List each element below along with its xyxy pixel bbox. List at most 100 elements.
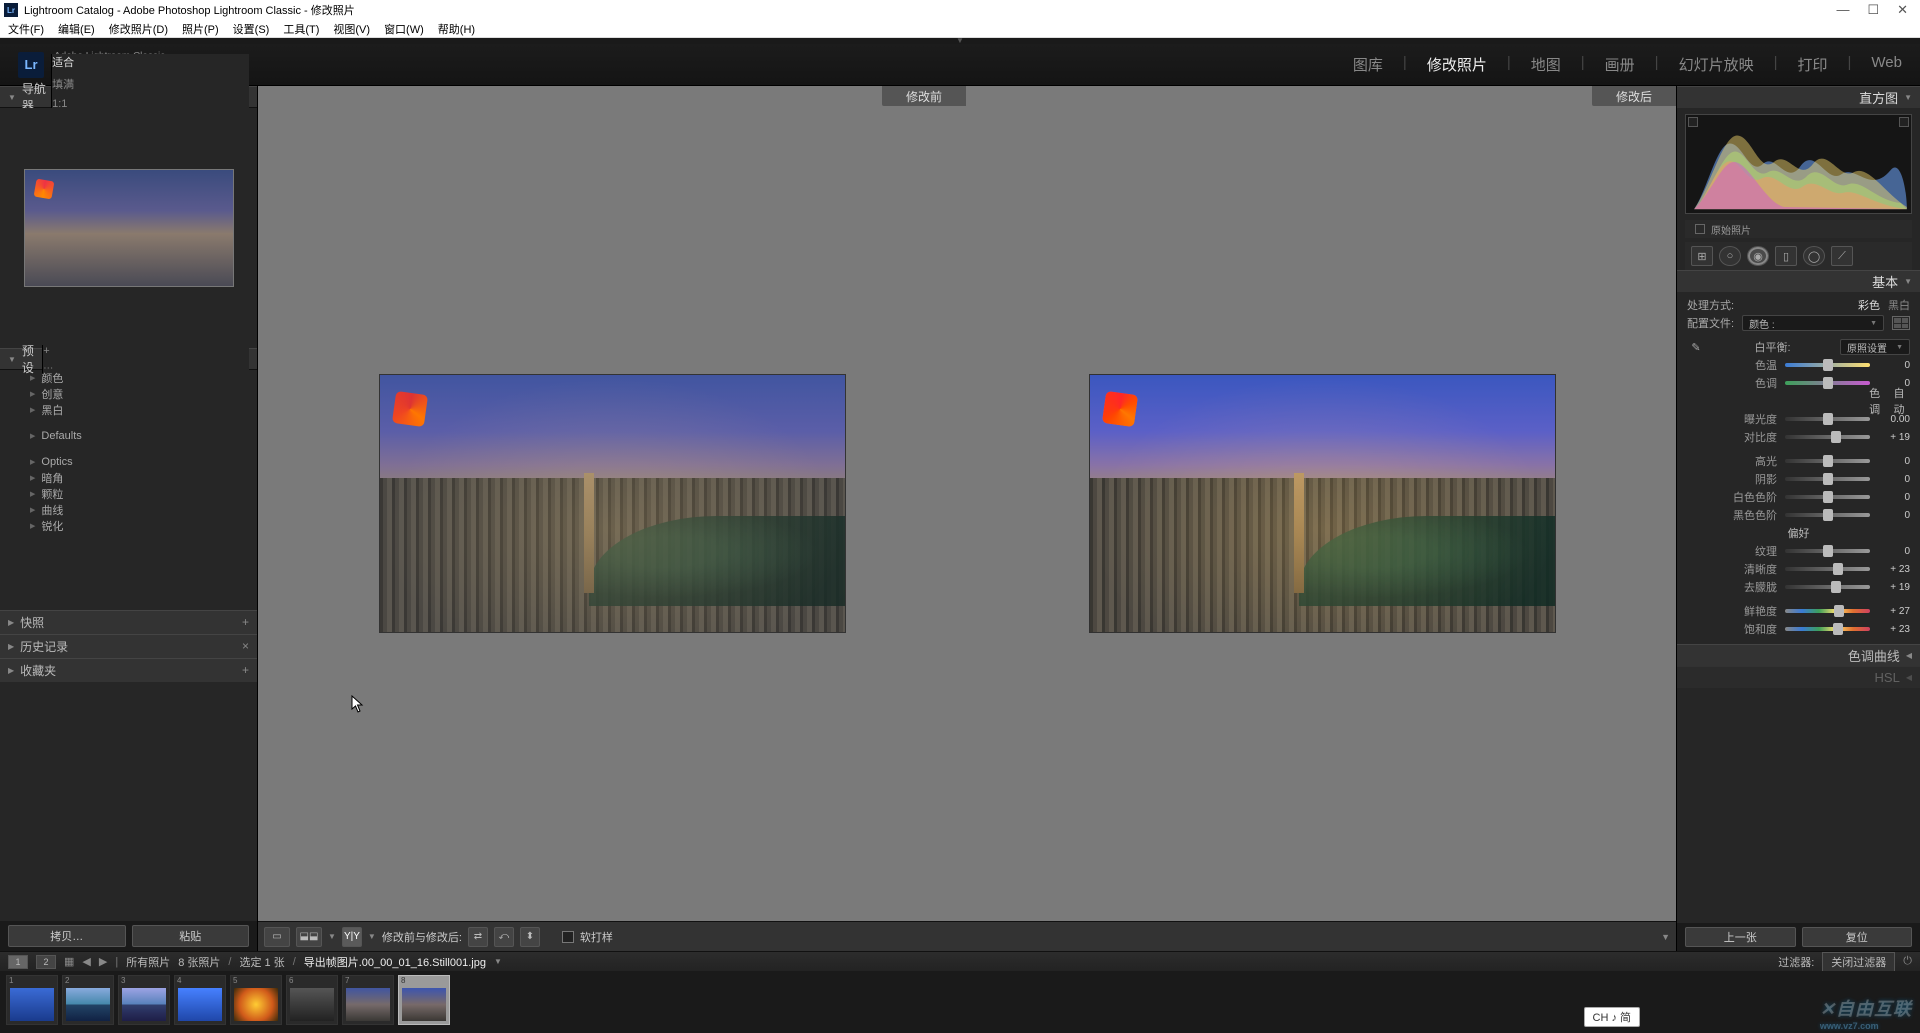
menu-help[interactable]: 帮助(H)	[434, 21, 479, 37]
menu-view[interactable]: 视图(V)	[329, 21, 374, 37]
preset-sharpen[interactable]: ▶锐化	[0, 518, 257, 534]
basic-header[interactable]: 基本▼	[1677, 270, 1920, 292]
crop-tool[interactable]: ⊞	[1691, 246, 1713, 266]
module-slideshow[interactable]: 幻灯片放映	[1679, 54, 1754, 75]
menu-file[interactable]: 文件(F)	[4, 21, 48, 37]
film-thumb-4[interactable]: 4	[174, 975, 226, 1025]
menu-window[interactable]: 窗口(W)	[380, 21, 428, 37]
radial-tool[interactable]: ◯	[1803, 246, 1825, 266]
temp-slider[interactable]	[1785, 363, 1870, 367]
before-pane[interactable]: 修改前	[258, 86, 966, 921]
film-thumb-2[interactable]: 2	[62, 975, 114, 1025]
preset-optics[interactable]: ▶Optics	[0, 454, 257, 470]
navigator-header[interactable]: ▼ 导航器 适合 填满 1:1 1:2 ▼	[0, 86, 257, 108]
film-thumb-8[interactable]: 8	[398, 975, 450, 1025]
toolbar-menu-icon[interactable]: ▼	[1661, 932, 1670, 942]
paste-button[interactable]: 粘贴	[132, 925, 250, 947]
module-print[interactable]: 打印	[1798, 54, 1828, 75]
zoom-fit[interactable]: 适合	[52, 54, 249, 70]
brush-tool[interactable]: ⟋	[1831, 246, 1853, 266]
previous-button[interactable]: 上一张	[1685, 927, 1796, 947]
preset-curves[interactable]: ▶曲线	[0, 502, 257, 518]
preset-grain[interactable]: ▶颗粒	[0, 486, 257, 502]
filename-menu-icon[interactable]: ▼	[494, 957, 502, 966]
secondary-display-2[interactable]: 2	[36, 955, 56, 969]
ime-indicator[interactable]: CH ♪ 简	[1584, 1007, 1641, 1027]
navigator-preview[interactable]	[0, 108, 257, 348]
histogram[interactable]	[1685, 114, 1912, 214]
module-develop[interactable]: 修改照片	[1427, 54, 1487, 75]
clarity-slider[interactable]	[1785, 567, 1870, 571]
filter-lock-icon[interactable]: ⏻	[1903, 955, 1912, 968]
histogram-header[interactable]: 直方图▼	[1677, 86, 1920, 108]
filter-off-button[interactable]: 关闭过滤器	[1822, 952, 1895, 972]
copy-button[interactable]: 拷贝…	[8, 925, 126, 947]
module-web[interactable]: Web	[1871, 54, 1902, 75]
whites-slider[interactable]	[1785, 495, 1870, 499]
tint-slider[interactable]	[1785, 381, 1870, 385]
presets-header[interactable]: ▼ 预设 +⋯	[0, 348, 257, 370]
menu-edit[interactable]: 编辑(E)	[54, 21, 99, 37]
auto-tone-button[interactable]: 自动	[1894, 385, 1908, 417]
compare-menu-icon[interactable]: ▼	[328, 932, 336, 941]
reset-button[interactable]: 复位	[1802, 927, 1913, 947]
hsl-header[interactable]: HSL◀	[1677, 666, 1920, 688]
grad-tool[interactable]: ▯	[1775, 246, 1797, 266]
heal-tool[interactable]: ○	[1719, 246, 1741, 266]
compare-lr-button[interactable]: ⬓⬓	[296, 927, 322, 947]
film-thumb-7[interactable]: 7	[342, 975, 394, 1025]
film-thumb-5[interactable]: 5	[230, 975, 282, 1025]
snapshots-header[interactable]: ▶快照+	[0, 610, 257, 634]
module-library[interactable]: 图库	[1353, 54, 1383, 75]
dehaze-slider[interactable]	[1785, 585, 1870, 589]
swap-button[interactable]: ⇄	[468, 927, 488, 947]
highlights-slider[interactable]	[1785, 459, 1870, 463]
softproof-checkbox[interactable]	[562, 931, 574, 943]
menu-tools[interactable]: 工具(T)	[279, 21, 323, 37]
film-thumb-6[interactable]: 6	[286, 975, 338, 1025]
menu-develop[interactable]: 修改照片(D)	[105, 21, 172, 37]
redeye-tool[interactable]: ◉	[1747, 246, 1769, 266]
collection-add-icon[interactable]: +	[242, 663, 249, 677]
grid-icon[interactable]: ▦	[64, 955, 74, 968]
profile-browser-icon[interactable]	[1892, 316, 1910, 330]
presets-add-icon[interactable]: +	[43, 345, 249, 357]
exposure-slider[interactable]	[1785, 417, 1870, 421]
contrast-slider[interactable]	[1785, 435, 1870, 439]
wb-dropdown[interactable]: 原照设置▼	[1840, 339, 1910, 355]
snapshot-add-icon[interactable]: +	[242, 615, 249, 629]
secondary-display-1[interactable]: 1	[8, 955, 28, 969]
breadcrumb-all[interactable]: 所有照片	[126, 954, 170, 970]
module-book[interactable]: 画册	[1605, 54, 1635, 75]
preset-defaults[interactable]: ▶Defaults	[0, 428, 257, 444]
tonecurve-header[interactable]: 色调曲线◀	[1677, 644, 1920, 666]
blacks-slider[interactable]	[1785, 513, 1870, 517]
treatment-color[interactable]: 彩色	[1858, 297, 1880, 313]
menu-settings[interactable]: 设置(S)	[229, 21, 274, 37]
menu-photo[interactable]: 照片(P)	[178, 21, 223, 37]
saturation-slider[interactable]	[1785, 627, 1870, 631]
zoom-fill[interactable]: 填满	[52, 76, 249, 92]
profile-dropdown[interactable]: 颜色 :▼	[1742, 315, 1884, 331]
minimize-button[interactable]: —	[1836, 2, 1849, 18]
wb-picker-icon[interactable]: ✎	[1687, 338, 1705, 356]
original-photo-row[interactable]: 原始照片	[1685, 220, 1912, 238]
texture-slider[interactable]	[1785, 549, 1870, 553]
loupe-view-button[interactable]: ▭	[264, 927, 290, 947]
yy-toggle-button[interactable]: Y|Y	[342, 927, 362, 947]
preset-vignette[interactable]: ▶暗角	[0, 470, 257, 486]
yy-menu-icon[interactable]: ▼	[368, 932, 376, 941]
next-photo-icon[interactable]: ▶	[99, 955, 107, 968]
preset-creative[interactable]: ▶创意	[0, 386, 257, 402]
copy-right-button[interactable]: ⬍	[520, 927, 540, 947]
history-clear-icon[interactable]: ×	[242, 639, 249, 653]
film-thumb-1[interactable]: 1	[6, 975, 58, 1025]
vibrance-slider[interactable]	[1785, 609, 1870, 613]
preset-bw[interactable]: ▶黑白	[0, 402, 257, 418]
collections-header[interactable]: ▶收藏夹+	[0, 658, 257, 682]
maximize-button[interactable]: ☐	[1867, 2, 1879, 18]
preset-color[interactable]: ▶颜色	[0, 370, 257, 386]
film-thumb-3[interactable]: 3	[118, 975, 170, 1025]
copy-left-button[interactable]: ⤺	[494, 927, 514, 947]
module-map[interactable]: 地图	[1531, 54, 1561, 75]
